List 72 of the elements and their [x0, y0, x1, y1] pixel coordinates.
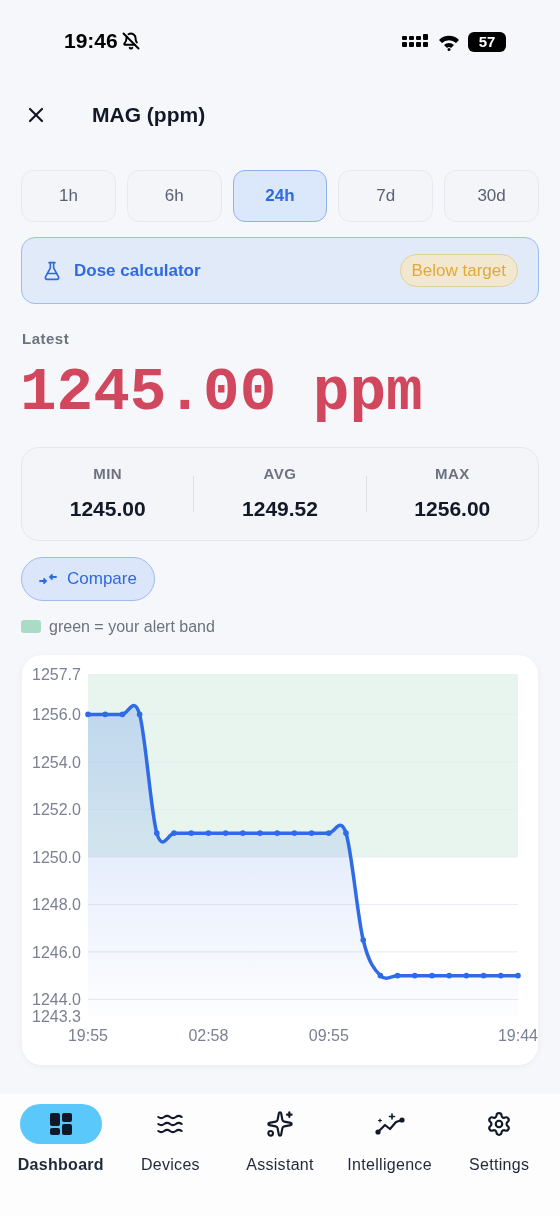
- latest-value: 1245.00 ppm: [20, 358, 424, 427]
- data-point: [205, 829, 212, 836]
- data-point: [171, 829, 177, 836]
- data-point: [463, 972, 470, 978]
- y-axis-label: 1252.0: [32, 800, 81, 818]
- dashboard-icon: [47, 1111, 74, 1137]
- flask-icon: [42, 260, 62, 281]
- sparkles-icon: [266, 1110, 294, 1138]
- data-point: [102, 711, 108, 717]
- y-axis-label: 1248.0: [32, 895, 81, 913]
- data-point: [498, 972, 504, 978]
- stat-value: 1249.52: [242, 496, 318, 522]
- y-axis-label: 1243.3: [32, 1007, 81, 1025]
- data-point: [412, 972, 418, 978]
- nav-tab[interactable]: Intelligence: [334, 1104, 445, 1177]
- y-axis-label: 1256.0: [32, 705, 81, 723]
- range-tab[interactable]: 1h: [21, 170, 116, 222]
- data-point: [377, 972, 384, 978]
- data-point: [240, 829, 246, 836]
- data-point: [326, 829, 332, 836]
- nav-tab[interactable]: Settings: [444, 1104, 554, 1177]
- data-point: [308, 829, 315, 836]
- data-point: [154, 829, 160, 836]
- data-point: [188, 829, 194, 836]
- legend-text: green = your alert band: [49, 616, 215, 637]
- data-point: [360, 936, 366, 943]
- data-point: [429, 972, 435, 978]
- range-tab[interactable]: 7d: [338, 170, 434, 222]
- battery-indicator: 57: [468, 32, 506, 52]
- data-point: [119, 711, 126, 717]
- stat-label: AVG: [263, 463, 297, 484]
- range-tab[interactable]: 24h: [232, 170, 328, 222]
- data-point: [446, 972, 452, 978]
- stat-value: 1245.00: [69, 496, 146, 522]
- data-point: [136, 711, 143, 717]
- bell-off-icon: [121, 32, 140, 50]
- data-point: [291, 829, 298, 836]
- stat-label: MIN: [93, 463, 123, 484]
- range-tab[interactable]: 6h: [126, 170, 222, 222]
- dose-calculator-button[interactable]: Dose calculator Below target: [21, 237, 539, 304]
- page-title: MAG (ppm): [92, 102, 206, 129]
- data-point: [480, 972, 487, 978]
- clock-time: 19:46: [64, 28, 118, 55]
- status-badge: Below target: [399, 254, 518, 287]
- data-point: [343, 829, 349, 836]
- data-point: [394, 972, 401, 978]
- latest-label: Latest: [22, 329, 71, 349]
- nav-tab[interactable]: Devices: [115, 1104, 226, 1177]
- data-point: [85, 711, 91, 717]
- data-point: [257, 829, 263, 836]
- y-axis-label: 1250.0: [32, 848, 81, 866]
- y-axis-label: 1257.7: [32, 665, 81, 683]
- x-axis-label: 19:55: [68, 1026, 108, 1044]
- x-axis-label: 09:55: [308, 1026, 349, 1044]
- nav-tab[interactable]: Dashboard: [6, 1104, 116, 1177]
- wifi-icon: [438, 33, 460, 51]
- data-point: [274, 829, 280, 836]
- trend-sparkle-icon: [374, 1111, 405, 1137]
- stat-value: 1256.00: [414, 496, 491, 522]
- stat-label: MAX: [434, 463, 470, 484]
- settings-icon: [486, 1111, 513, 1137]
- range-tab[interactable]: 30d: [444, 170, 539, 222]
- nav-tab[interactable]: Assistant: [225, 1104, 335, 1177]
- y-axis-label: 1246.0: [32, 943, 81, 961]
- data-point: [515, 972, 521, 978]
- x-axis-label: 19:44: [498, 1026, 538, 1044]
- y-axis-label: 1244.0: [32, 990, 81, 1008]
- arrows-icon: [39, 572, 57, 585]
- data-point: [222, 829, 229, 836]
- compare-button[interactable]: Compare: [21, 556, 155, 601]
- x-axis-label: 02:58: [188, 1026, 229, 1044]
- y-axis-label: 1254.0: [32, 753, 81, 771]
